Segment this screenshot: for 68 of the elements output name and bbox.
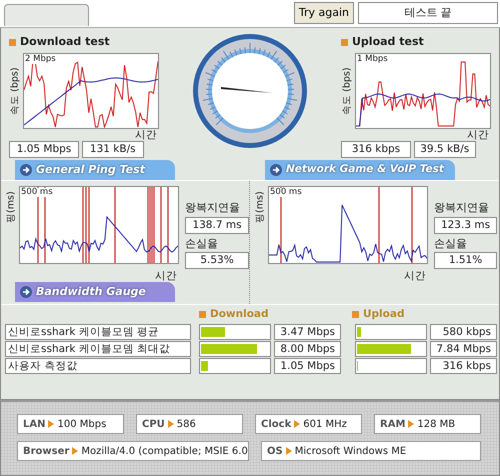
- speed-value: 8.00 Mbps: [274, 340, 341, 356]
- bullet-icon: [9, 38, 16, 46]
- scale-label: 2 Mbps: [25, 55, 57, 64]
- loss-value: 1.51%: [434, 252, 497, 270]
- speed-value: 316 kbps: [430, 358, 497, 374]
- arrow-icon: [270, 164, 282, 176]
- scale-label: 1 Mbps: [357, 55, 389, 64]
- triangle-icon: [408, 420, 414, 428]
- info-value: 601 MHz: [303, 418, 347, 432]
- axis-label: 핑(ms): [4, 192, 18, 224]
- info-label: CPU: [142, 418, 165, 432]
- scale-label: 500 ms: [21, 188, 54, 197]
- field-label: 왕복지연율: [434, 200, 490, 216]
- bullet-icon: [199, 311, 206, 318]
- axis-label: 시간: [466, 129, 489, 142]
- info-value: 586: [176, 418, 196, 432]
- axis-label: 속도 (bps): [340, 68, 354, 115]
- field-label: 손실율: [434, 236, 468, 252]
- speed-value: 7.84 Mbps: [430, 340, 497, 356]
- info-label: Browser: [23, 444, 70, 458]
- info-label: OS: [267, 444, 283, 458]
- info-label: LAN: [23, 418, 46, 432]
- bullet-icon: [341, 38, 348, 46]
- speed-value: 3.47 Mbps: [274, 324, 341, 340]
- triangle-icon: [294, 420, 300, 428]
- column-header: Upload: [363, 306, 404, 322]
- row-label: 신비로sshark 케이블모뎀 평균: [5, 324, 191, 340]
- axis-label: 속도 (bps): [8, 68, 22, 115]
- column-header: Download: [210, 306, 269, 322]
- speed-value: 316 kbps: [341, 141, 411, 158]
- latency-value: 123.3 ms: [434, 216, 497, 234]
- axis-label: 시간: [134, 129, 157, 142]
- try-again-button[interactable]: Try again: [294, 2, 354, 24]
- row-label: 사용자 측정값: [5, 358, 191, 374]
- axis-label: 시간: [154, 270, 177, 282]
- speed-value: 1.05 Mbps: [9, 141, 79, 158]
- info-value: 128 MB: [417, 418, 456, 432]
- triangle-icon: [72, 447, 78, 455]
- scale-label: 500 ms: [270, 188, 303, 197]
- speed-value: 580 kbps: [430, 324, 497, 340]
- info-value: Microsoft Windows ME: [294, 444, 406, 458]
- info-value: Mozilla/4.0 (compatible; MSIE 6.0: [81, 444, 248, 458]
- axis-label: 핑(ms): [254, 192, 267, 224]
- bullet-icon: [352, 311, 359, 318]
- arrow-icon: [20, 286, 32, 298]
- loss-value: 5.53%: [185, 252, 249, 270]
- speed-value: 39.5 kB/s: [414, 141, 476, 158]
- speed-value: 1.05 Mbps: [274, 358, 341, 374]
- status-field: 테스트 끝: [358, 2, 498, 24]
- latency-value: 138.7 ms: [185, 216, 249, 234]
- triangle-icon: [48, 420, 54, 428]
- section-tab[interactable]: Network Game & VoIP Test: [265, 160, 455, 180]
- triangle-icon: [286, 447, 292, 455]
- panel-title: Upload test: [352, 34, 424, 50]
- field-label: 손실율: [185, 236, 219, 252]
- arrow-icon: [20, 164, 32, 176]
- speed-value: 131 kB/s: [82, 141, 144, 158]
- info-value: 100 Mbps: [57, 418, 106, 432]
- row-label: 신비로sshark 케이블모뎀 최대값: [5, 340, 191, 356]
- section-tab[interactable]: Bandwidth Gauge: [15, 282, 175, 302]
- section-tab[interactable]: General Ping Test: [15, 160, 175, 180]
- tab[interactable]: [4, 4, 89, 26]
- info-label: Clock: [261, 418, 292, 432]
- panel-title: Download test: [20, 34, 110, 50]
- triangle-icon: [168, 420, 174, 428]
- axis-label: 시간: [403, 270, 426, 282]
- field-label: 왕복지연율: [185, 200, 241, 216]
- info-label: RAM: [380, 418, 406, 432]
